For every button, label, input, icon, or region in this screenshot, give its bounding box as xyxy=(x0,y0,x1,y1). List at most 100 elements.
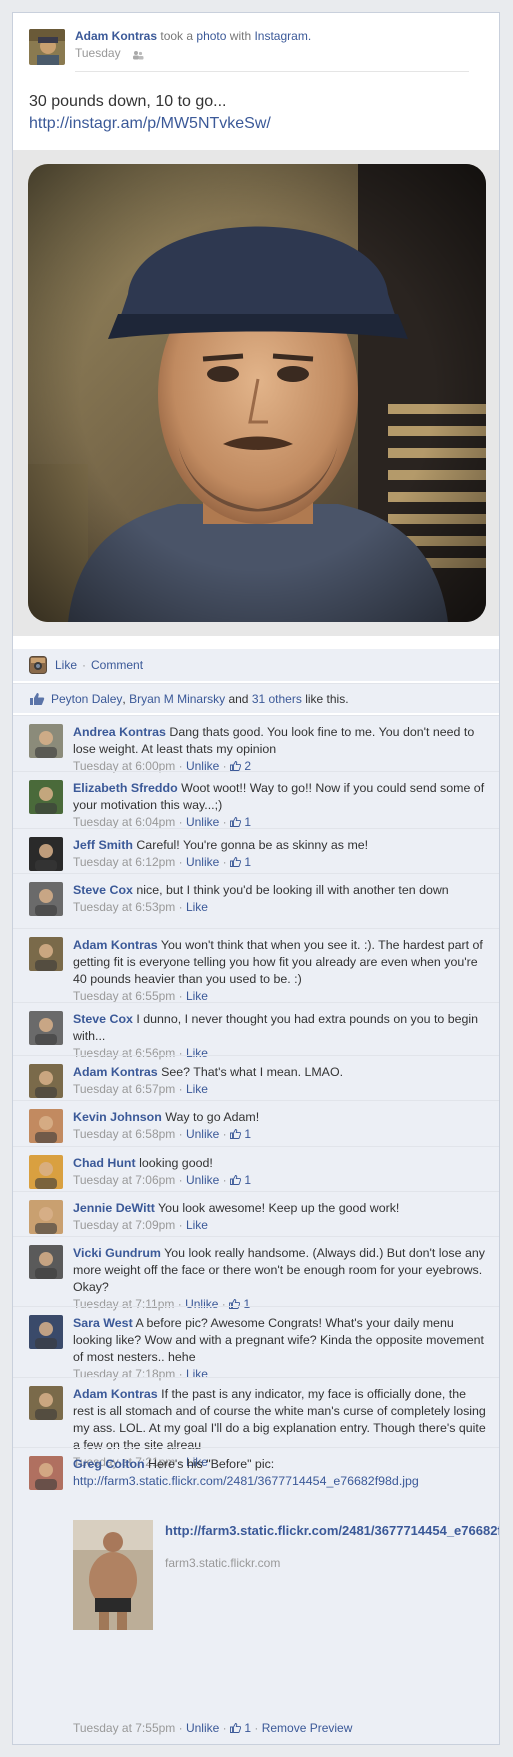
commenter-name[interactable]: Andrea Kontras xyxy=(73,725,166,739)
commenter-name[interactable]: Jennie DeWitt xyxy=(73,1201,155,1215)
commenter-name[interactable]: Adam Kontras xyxy=(73,938,158,952)
comment-body: Jeff Smith Careful! You're gonna be as s… xyxy=(73,837,487,871)
comment-like-count[interactable]: 1 xyxy=(230,855,251,869)
commenter-name[interactable]: Greg Colton xyxy=(73,1457,145,1471)
commenter-avatar[interactable] xyxy=(29,1386,63,1420)
comment-text: See? That's what I mean. LMAO. xyxy=(161,1065,344,1079)
comment-content: Adam Kontras See? That's what I mean. LM… xyxy=(73,1064,487,1081)
commenter-name[interactable]: Sara West xyxy=(73,1316,133,1330)
comment-like-button[interactable]: Like xyxy=(186,1218,208,1232)
comment-item: Jennie DeWitt You look awesome! Keep up … xyxy=(13,1191,499,1236)
comment-time[interactable]: Tuesday at 6:58pm xyxy=(73,1127,175,1141)
commenter-name[interactable]: Steve Cox xyxy=(73,883,133,897)
comment-like-count[interactable]: 1 xyxy=(230,1127,251,1141)
story-time[interactable]: Tuesday xyxy=(75,46,121,60)
comment-content: Vicki Gundrum You look really handsome. … xyxy=(73,1245,487,1296)
commenter-name[interactable]: Chad Hunt xyxy=(73,1156,136,1170)
news-feed-story: Adam Kontras took a photo with Instagram… xyxy=(12,12,500,1745)
app-link[interactable]: Instagram. xyxy=(254,29,311,43)
liker-peyton[interactable]: Peyton Daley xyxy=(51,692,122,706)
author-name[interactable]: Adam Kontras xyxy=(75,29,157,43)
comment-body: Greg Colton Here's his "Before" pic: htt… xyxy=(73,1456,487,1490)
comment-time[interactable]: Tuesday at 7:06pm xyxy=(73,1173,175,1187)
status-url[interactable]: http://instagr.am/p/MW5NTvkeSw/ xyxy=(29,113,271,135)
comment-time[interactable]: Tuesday at 6:57pm xyxy=(73,1082,175,1096)
comment-meta: Tuesday at 7:09pm · Like xyxy=(73,1218,208,1232)
commenter-avatar[interactable] xyxy=(29,837,63,871)
comment-time[interactable]: Tuesday at 6:12pm xyxy=(73,855,175,869)
friends-privacy-icon[interactable] xyxy=(132,49,144,60)
commenter-avatar[interactable] xyxy=(29,937,63,971)
comment-button[interactable]: Comment xyxy=(91,658,143,672)
comment-like-count[interactable]: 1 xyxy=(230,815,251,829)
preview-thumbnail[interactable] xyxy=(73,1520,153,1630)
comment-text: nice, but I think you'd be looking ill w… xyxy=(136,883,449,897)
comment-like-button[interactable]: Like xyxy=(186,900,208,914)
liker-bryan[interactable]: Bryan M Minarsky xyxy=(129,692,225,706)
photo-container xyxy=(13,150,499,636)
like-button[interactable]: Like xyxy=(55,658,77,672)
author-avatar[interactable] xyxy=(29,29,65,65)
status-message: 30 pounds down, 10 to go... http://insta… xyxy=(29,91,271,135)
comment-item: Steve Cox I dunno, I never thought you h… xyxy=(13,1002,499,1060)
commenter-name[interactable]: Steve Cox xyxy=(73,1012,133,1026)
thumbs-up-icon xyxy=(29,692,45,706)
comment-item: Sara West A before pic? Awesome Congrats… xyxy=(13,1306,499,1381)
comment-time[interactable]: Tuesday at 7:09pm xyxy=(73,1218,175,1232)
comment-content: Kevin Johnson Way to go Adam! xyxy=(73,1109,487,1126)
comment-like-button[interactable]: Like xyxy=(186,989,208,1003)
commenter-avatar[interactable] xyxy=(29,724,63,758)
like-count-icon xyxy=(230,1173,242,1185)
commenter-name[interactable]: Kevin Johnson xyxy=(73,1110,162,1124)
comment-time[interactable]: Tuesday at 6:04pm xyxy=(73,815,175,829)
comment-item: Kevin Johnson Way to go Adam! Tuesday at … xyxy=(13,1100,499,1146)
commenter-name[interactable]: Adam Kontras xyxy=(73,1387,158,1401)
comment-like-button[interactable]: Unlike xyxy=(186,855,219,869)
commenter-avatar[interactable] xyxy=(29,1200,63,1234)
preview-domain: farm3.static.flickr.com xyxy=(165,1556,281,1570)
commenter-avatar[interactable] xyxy=(29,780,63,814)
commenter-avatar[interactable] xyxy=(29,1109,63,1143)
commenter-name[interactable]: Elizabeth Sfreddo xyxy=(73,781,178,795)
comment-body: Adam Kontras You won't think that when y… xyxy=(73,937,487,1005)
comment-meta: Tuesday at 6:12pm · Unlike · 1 xyxy=(73,855,252,869)
comment-body: Chad Hunt looking good! Tuesday at 7:06pm… xyxy=(73,1155,487,1189)
commenter-avatar[interactable] xyxy=(29,1011,63,1045)
commenter-avatar[interactable] xyxy=(29,1245,63,1279)
action-with: with xyxy=(229,29,252,43)
commenter-name[interactable]: Jeff Smith xyxy=(73,838,133,852)
comment-body: Andrea Kontras Dang thats good. You look… xyxy=(73,724,487,775)
likes-others-link[interactable]: 31 others xyxy=(252,692,302,706)
comment-time[interactable]: Tuesday at 6:55pm xyxy=(73,989,175,1003)
comment-content: Jennie DeWitt You look awesome! Keep up … xyxy=(73,1200,487,1217)
comment-item: Steve Cox nice, but I think you'd be loo… xyxy=(13,873,499,928)
comment-item: Andrea Kontras Dang thats good. You look… xyxy=(13,715,499,773)
preview-title[interactable]: http://farm3.static.flickr.com/2481/3677… xyxy=(165,1522,499,1539)
commenter-name[interactable]: Adam Kontras xyxy=(73,1065,158,1079)
commenter-avatar[interactable] xyxy=(29,1456,63,1490)
likes-suffix: like this. xyxy=(305,691,349,706)
commenter-avatar[interactable] xyxy=(29,1064,63,1098)
story-meta: Tuesday xyxy=(75,46,144,60)
like-count-icon xyxy=(230,1721,242,1733)
instagram-icon[interactable] xyxy=(29,656,47,674)
comment-link[interactable]: http://farm3.static.flickr.com/2481/3677… xyxy=(73,1474,419,1488)
comment-like-button[interactable]: Unlike xyxy=(186,1127,219,1141)
comment-like-button[interactable]: Unlike xyxy=(186,1173,219,1187)
comment-like-button[interactable]: Unlike xyxy=(186,1721,219,1735)
commenter-avatar[interactable] xyxy=(29,1315,63,1349)
comment-like-button[interactable]: Like xyxy=(186,1082,208,1096)
comment-time[interactable]: Tuesday at 6:53pm xyxy=(73,900,175,914)
commenter-name[interactable]: Vicki Gundrum xyxy=(73,1246,161,1260)
comment-time[interactable]: Tuesday at 7:55pm xyxy=(73,1721,175,1735)
comment-like-button[interactable]: Unlike xyxy=(186,815,219,829)
link-preview[interactable]: http://farm3.static.flickr.com/2481/3677… xyxy=(73,1520,499,1630)
comment-meta: Tuesday at 6:57pm · Like xyxy=(73,1082,208,1096)
remove-preview-link[interactable]: Remove Preview xyxy=(262,1721,353,1735)
photo-link[interactable]: photo xyxy=(196,29,226,43)
comment-like-count[interactable]: 1 xyxy=(230,1173,251,1187)
commenter-avatar[interactable] xyxy=(29,1155,63,1189)
comment-like-count[interactable]: 1 xyxy=(230,1721,251,1735)
instagram-photo[interactable] xyxy=(28,164,486,622)
commenter-avatar[interactable] xyxy=(29,882,63,916)
